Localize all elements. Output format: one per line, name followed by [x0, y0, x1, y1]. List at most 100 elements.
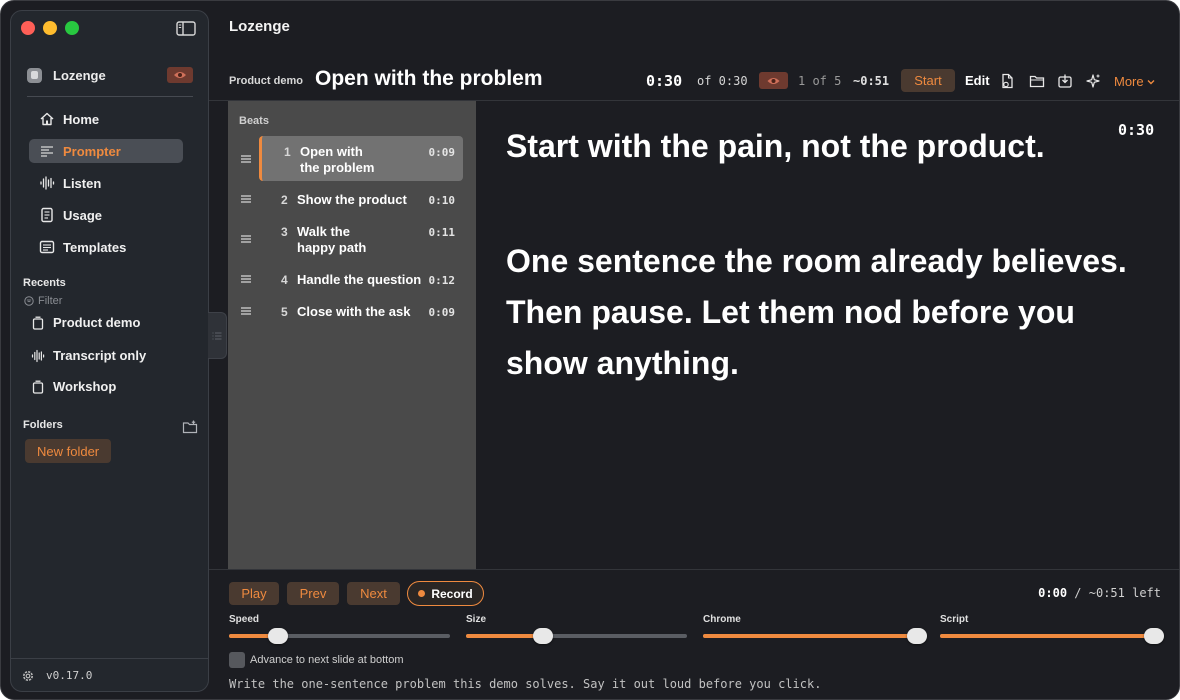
script-line: show anything. [506, 345, 739, 381]
close-window-button[interactable] [21, 21, 35, 35]
beat-duration: 0:09 [428, 306, 456, 319]
script-label: Script [940, 614, 969, 625]
nav-item-prompter[interactable]: Prompter [29, 139, 183, 163]
slider-thumb[interactable] [1144, 628, 1165, 644]
workspace-header: Lozenge [27, 67, 193, 97]
waveform-icon [40, 176, 55, 190]
breadcrumb[interactable]: Product demo [229, 75, 303, 87]
slide-timer-total: of 0:30 [697, 74, 748, 88]
add-folder-icon[interactable] [182, 420, 198, 434]
record-button[interactable]: Record [407, 581, 484, 606]
beats-heading: Beats [239, 115, 269, 127]
beat-title: Walk the happy path [297, 224, 367, 255]
slider-thumb[interactable] [907, 628, 928, 644]
eye-icon [174, 72, 186, 78]
more-menu-button[interactable]: More [1114, 74, 1155, 89]
folders-heading: Folders [23, 419, 63, 431]
edit-button[interactable]: Edit [965, 73, 990, 88]
open-folder-icon[interactable] [1029, 73, 1045, 89]
gear-icon[interactable] [21, 669, 35, 683]
script-slider[interactable] [940, 628, 1165, 644]
remaining-time: ~0:51 [853, 74, 890, 88]
drag-handle-icon[interactable] [241, 195, 251, 203]
app-logo-icon [27, 68, 42, 83]
beat-number: 3 [281, 225, 288, 239]
recent-item-product-demo[interactable]: Product demo [31, 315, 140, 330]
beat-duration: 0:11 [428, 226, 456, 239]
beat-item-1[interactable]: 1 Open with the problem 0:09 [259, 136, 463, 181]
drag-handle-icon[interactable] [241, 275, 251, 283]
recent-label: Product demo [53, 315, 141, 330]
more-label: More [1114, 74, 1144, 89]
minimize-window-button[interactable] [43, 21, 57, 35]
sidebar-toggle-icon[interactable] [176, 21, 196, 36]
script-line: One sentence the room already believes. [506, 243, 1127, 279]
slide-hint: Write the one-sentence problem this demo… [229, 677, 822, 691]
waveform-icon [31, 349, 45, 362]
script-line: Start with the pain, not the product. [506, 128, 1045, 164]
beat-number: 1 [284, 145, 291, 159]
prompter-toolbar: Product demo Open with the problem 0:30 … [209, 61, 1179, 101]
recent-item-transcript-only[interactable]: Transcript only [31, 348, 146, 363]
speed-slider[interactable] [229, 628, 450, 644]
beat-item-5[interactable]: 5 Close with the ask 0:09 [259, 301, 463, 325]
window-controls [21, 21, 79, 35]
beat-title: Open with the problem [300, 144, 375, 175]
templates-icon [39, 240, 55, 254]
sidebar-footer: v0.17.0 [11, 658, 208, 692]
beats-drawer-handle[interactable] [208, 312, 227, 359]
recent-item-workshop[interactable]: Workshop [31, 379, 116, 394]
start-button[interactable]: Start [901, 69, 955, 92]
speed-label: Speed [229, 614, 260, 625]
beat-number: 4 [281, 273, 288, 287]
chevron-down-icon [1147, 79, 1155, 84]
next-button[interactable]: Next [347, 582, 400, 605]
size-slider[interactable] [466, 628, 687, 644]
beat-item-3[interactable]: 3 Walk the happy path 0:11 [259, 221, 463, 261]
recents-filter[interactable]: Filter [24, 295, 62, 307]
play-button[interactable]: Play [229, 582, 279, 605]
nav-item-home[interactable]: Home [29, 107, 183, 131]
new-document-icon[interactable] [999, 73, 1015, 89]
script-timer: 0:30 [1118, 121, 1155, 139]
recents-heading: Recents [23, 277, 66, 289]
nav-item-templates[interactable]: Templates [29, 235, 183, 259]
drag-handle-icon[interactable] [241, 155, 251, 163]
size-label: Size [466, 614, 487, 625]
nav-label: Listen [63, 175, 102, 191]
elapsed-time: 0:00 / ~0:51 left [1038, 586, 1161, 600]
script-line: Then pause. Let them nod before you [506, 294, 1075, 330]
slide-position: 1 of 5 [798, 74, 842, 88]
prev-button[interactable]: Prev [287, 582, 339, 605]
beat-item-4[interactable]: 4 Handle the question 0:12 [259, 269, 463, 293]
zoom-window-button[interactable] [65, 21, 79, 35]
beat-item-2[interactable]: 2 Show the product 0:10 [259, 189, 463, 213]
slider-thumb[interactable] [533, 628, 554, 644]
chrome-label: Chrome [703, 614, 741, 625]
beat-title: Close with the ask [297, 304, 411, 319]
nav-label: Templates [63, 239, 127, 255]
drag-handle-icon[interactable] [241, 307, 251, 315]
slider-thumb[interactable] [267, 628, 288, 644]
nav-item-listen[interactable]: Listen [29, 171, 183, 195]
advance-checkbox[interactable] [229, 652, 245, 668]
new-folder-button[interactable]: New folder [25, 439, 112, 463]
export-icon[interactable] [1057, 73, 1073, 89]
playback-controls: Play Prev Next Record 0:00 / ~0:51 left … [209, 569, 1179, 699]
recent-label: Workshop [53, 379, 117, 394]
nav-label: Usage [63, 207, 103, 223]
beat-title: Show the product [297, 192, 407, 207]
visibility-toggle[interactable] [167, 67, 193, 83]
nav-item-usage[interactable]: Usage [29, 203, 183, 227]
beats-panel: Beats 1 Open with the problem 0:09 2 Show… [228, 101, 476, 569]
drag-handle-icon[interactable] [241, 235, 251, 243]
visibility-badge[interactable] [759, 72, 788, 89]
chrome-slider[interactable] [703, 628, 928, 644]
filter-label: Filter [38, 295, 63, 307]
sidebar: Lozenge Home Prompter Listen Usage Templ… [10, 10, 209, 692]
list-icon [212, 332, 222, 340]
nav-label: Home [63, 111, 100, 127]
document-icon [41, 207, 53, 223]
filter-icon [24, 296, 34, 306]
sparkle-icon[interactable] [1085, 73, 1101, 89]
